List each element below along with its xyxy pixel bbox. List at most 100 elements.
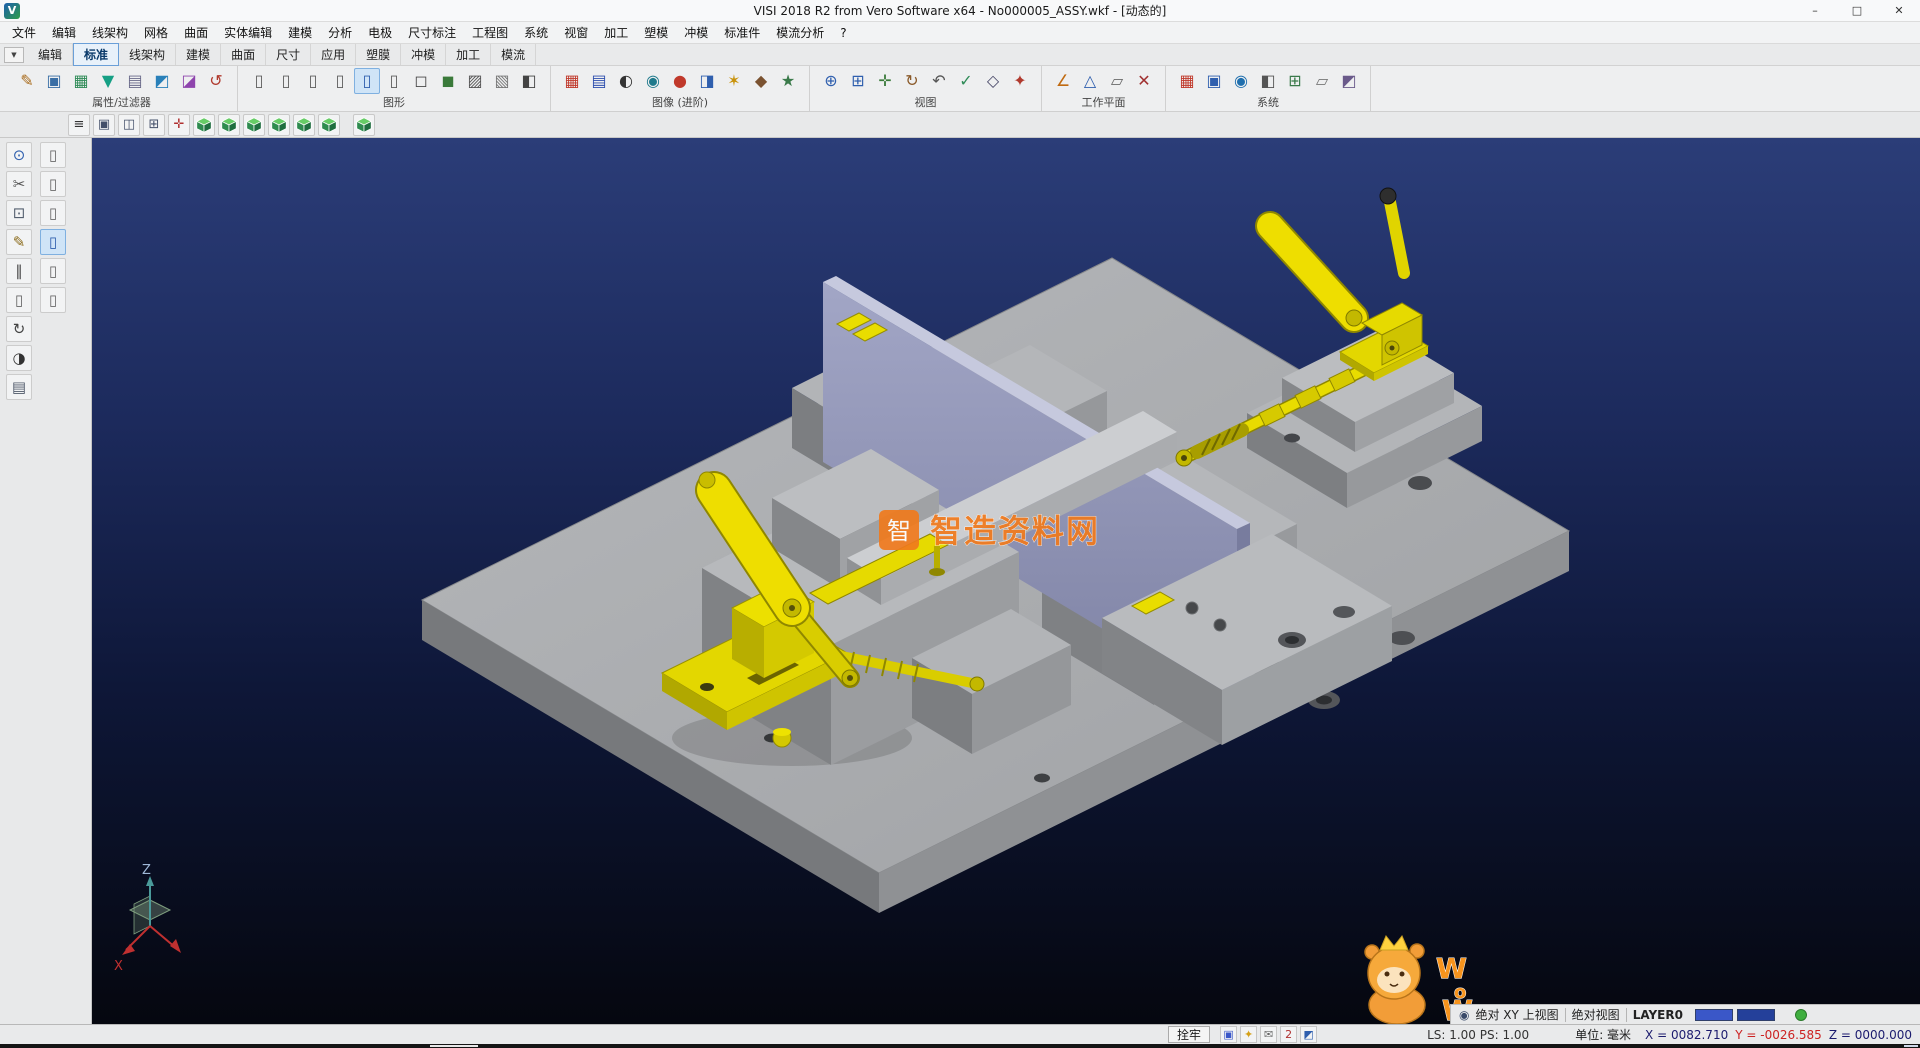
workplane-flat-icon[interactable]: ▱ bbox=[1104, 68, 1130, 94]
tab-应用[interactable]: 应用 bbox=[311, 44, 356, 65]
view-top-icon[interactable] bbox=[218, 114, 240, 136]
lock-toggle-button[interactable]: 拴牢 bbox=[1168, 1026, 1210, 1043]
trim-icon[interactable]: ✂ bbox=[6, 171, 32, 197]
workplane-angle-icon[interactable]: ∠ bbox=[1050, 68, 1076, 94]
layer-swatch-2[interactable] bbox=[1737, 1009, 1775, 1021]
mask-filter-icon[interactable]: ◪ bbox=[176, 68, 202, 94]
tab-尺寸[interactable]: 尺寸 bbox=[266, 44, 311, 65]
color-filter-icon[interactable]: ▦ bbox=[68, 68, 94, 94]
window-split-icon[interactable]: ◧ bbox=[1255, 68, 1281, 94]
view-back-icon[interactable] bbox=[318, 114, 340, 136]
maximize-button[interactable]: □ bbox=[1836, 0, 1878, 21]
close-button[interactable]: ✕ bbox=[1878, 0, 1920, 21]
advanced-render-icon[interactable]: ★ bbox=[775, 68, 801, 94]
tab-标准[interactable]: 标准 bbox=[73, 43, 119, 66]
menu-item-标准件[interactable]: 标准件 bbox=[716, 22, 768, 43]
display-style-4-icon[interactable]: ▯ bbox=[327, 68, 353, 94]
zoom-extents-icon[interactable]: ⊕ bbox=[818, 68, 844, 94]
menu-item-分析[interactable]: 分析 bbox=[320, 22, 360, 43]
minimize-button[interactable]: – bbox=[1794, 0, 1836, 21]
ghost-display-icon[interactable]: ▧ bbox=[489, 68, 515, 94]
selection-mode-1-icon[interactable]: ▯ bbox=[40, 142, 66, 168]
display-settings-icon[interactable]: ▣ bbox=[1201, 68, 1227, 94]
layer-manager-icon[interactable]: ▤ bbox=[6, 374, 32, 400]
tab-dropdown-button[interactable]: ▼ bbox=[4, 47, 24, 63]
display-style-2-icon[interactable]: ▯ bbox=[273, 68, 299, 94]
rotate-tool-icon[interactable]: ↻ bbox=[6, 316, 32, 342]
menu-item-尺寸标注[interactable]: 尺寸标注 bbox=[400, 22, 464, 43]
selection-mode-3-icon[interactable]: ▯ bbox=[40, 200, 66, 226]
tab-编辑[interactable]: 编辑 bbox=[28, 44, 73, 65]
menu-item-塑模[interactable]: 塑模 bbox=[636, 22, 676, 43]
lighting-icon[interactable]: ✶ bbox=[721, 68, 747, 94]
display-style-6-icon[interactable]: ▯ bbox=[381, 68, 407, 94]
color-palette-icon[interactable]: ▦ bbox=[1174, 68, 1200, 94]
menu-item-曲面[interactable]: 曲面 bbox=[176, 22, 216, 43]
snap-settings-icon[interactable]: ⊡ bbox=[6, 200, 32, 226]
copy-attributes-icon[interactable]: ▣ bbox=[41, 68, 67, 94]
selection-filter-icon[interactable]: ▼ bbox=[95, 68, 121, 94]
viewbar-axis-icon[interactable]: ✛ bbox=[168, 114, 190, 136]
view-dimetric-icon[interactable] bbox=[353, 114, 375, 136]
selection-mode-2-icon[interactable]: ▯ bbox=[40, 171, 66, 197]
selection-mode-5-icon[interactable]: ▯ bbox=[40, 258, 66, 284]
shaded-display-icon[interactable]: ◼ bbox=[435, 68, 461, 94]
hidden-line-icon[interactable]: ▨ bbox=[462, 68, 488, 94]
menu-item-冲模[interactable]: 冲模 bbox=[676, 22, 716, 43]
perspective-grid-icon[interactable]: ▱ bbox=[1309, 68, 1335, 94]
material-icon[interactable]: ◆ bbox=[748, 68, 774, 94]
system-options-icon[interactable]: ◩ bbox=[1336, 68, 1362, 94]
viewbar-split-window-icon[interactable]: ◫ bbox=[118, 114, 140, 136]
display-style-3-icon[interactable]: ▯ bbox=[300, 68, 326, 94]
menu-item-?[interactable]: ? bbox=[832, 24, 854, 42]
measure-check-icon[interactable]: ✓ bbox=[953, 68, 979, 94]
menu-item-线架构[interactable]: 线架构 bbox=[84, 22, 136, 43]
refresh-view-icon[interactable]: ✦ bbox=[1007, 68, 1033, 94]
sketch-icon[interactable]: ✎ bbox=[6, 229, 32, 255]
tab-冲模[interactable]: 冲模 bbox=[401, 44, 446, 65]
selection-mode-4-icon[interactable]: ▯ bbox=[40, 229, 66, 255]
menu-item-建模[interactable]: 建模 bbox=[280, 22, 320, 43]
connection-status-icon[interactable] bbox=[1795, 1009, 1807, 1021]
grid-toggle-icon[interactable]: ▣ bbox=[1220, 1026, 1237, 1043]
display-style-1-icon[interactable]: ▯ bbox=[246, 68, 272, 94]
view-search-icon[interactable]: ◉ bbox=[1459, 1009, 1469, 1021]
tab-建模[interactable]: 建模 bbox=[176, 44, 221, 65]
mail-status-icon[interactable]: ✉ bbox=[1260, 1026, 1277, 1043]
menu-item-电极[interactable]: 电极 bbox=[360, 22, 400, 43]
menu-item-加工[interactable]: 加工 bbox=[596, 22, 636, 43]
shading-tool-icon[interactable]: ◑ bbox=[6, 345, 32, 371]
axonometric-view-icon[interactable]: ◇ bbox=[980, 68, 1006, 94]
tab-线架构[interactable]: 线架构 bbox=[119, 44, 176, 65]
cad-canvas[interactable]: 智 智造资料网 Z X bbox=[92, 138, 1920, 1024]
menu-item-实体编辑[interactable]: 实体编辑 bbox=[216, 22, 280, 43]
selection-mode-6-icon[interactable]: ▯ bbox=[40, 287, 66, 313]
tab-模流[interactable]: 模流 bbox=[491, 44, 536, 65]
pan-view-icon[interactable]: ✛ bbox=[872, 68, 898, 94]
cylinder-tool-icon[interactable]: ▯ bbox=[6, 287, 32, 313]
view-ref-label[interactable]: 绝对视图 bbox=[1572, 1006, 1620, 1023]
layer-filter-icon[interactable]: ▤ bbox=[122, 68, 148, 94]
texture-map-icon[interactable]: ▤ bbox=[586, 68, 612, 94]
wireframe-display-icon[interactable]: ◻ bbox=[408, 68, 434, 94]
world-settings-icon[interactable]: ◉ bbox=[1228, 68, 1254, 94]
snap-count-badge[interactable]: 2 bbox=[1280, 1026, 1297, 1043]
shadow-toggle-icon[interactable]: ◐ bbox=[613, 68, 639, 94]
display-style-5-icon[interactable]: ▯ bbox=[354, 68, 380, 94]
view-right-icon[interactable] bbox=[293, 114, 315, 136]
tab-曲面[interactable]: 曲面 bbox=[221, 44, 266, 65]
viewbar-grid-window-icon[interactable]: ⊞ bbox=[143, 114, 165, 136]
reset-filter-icon[interactable]: ↺ bbox=[203, 68, 229, 94]
previous-view-icon[interactable]: ↶ bbox=[926, 68, 952, 94]
zoom-window-icon[interactable]: ⊞ bbox=[845, 68, 871, 94]
section-display-icon[interactable]: ◧ bbox=[516, 68, 542, 94]
viewbar-single-window-icon[interactable]: ▣ bbox=[93, 114, 115, 136]
view-front-icon[interactable] bbox=[243, 114, 265, 136]
rotate-view-icon[interactable]: ↻ bbox=[899, 68, 925, 94]
record-animation-icon[interactable]: ● bbox=[667, 68, 693, 94]
light-toggle-icon[interactable]: ✦ bbox=[1240, 1026, 1257, 1043]
layer-swatch-1[interactable] bbox=[1695, 1009, 1733, 1021]
workplane-reset-icon[interactable]: ✕ bbox=[1131, 68, 1157, 94]
viewbar-menu-icon[interactable]: ≡ bbox=[68, 114, 90, 136]
zoom-select-icon[interactable]: ⊙ bbox=[6, 142, 32, 168]
